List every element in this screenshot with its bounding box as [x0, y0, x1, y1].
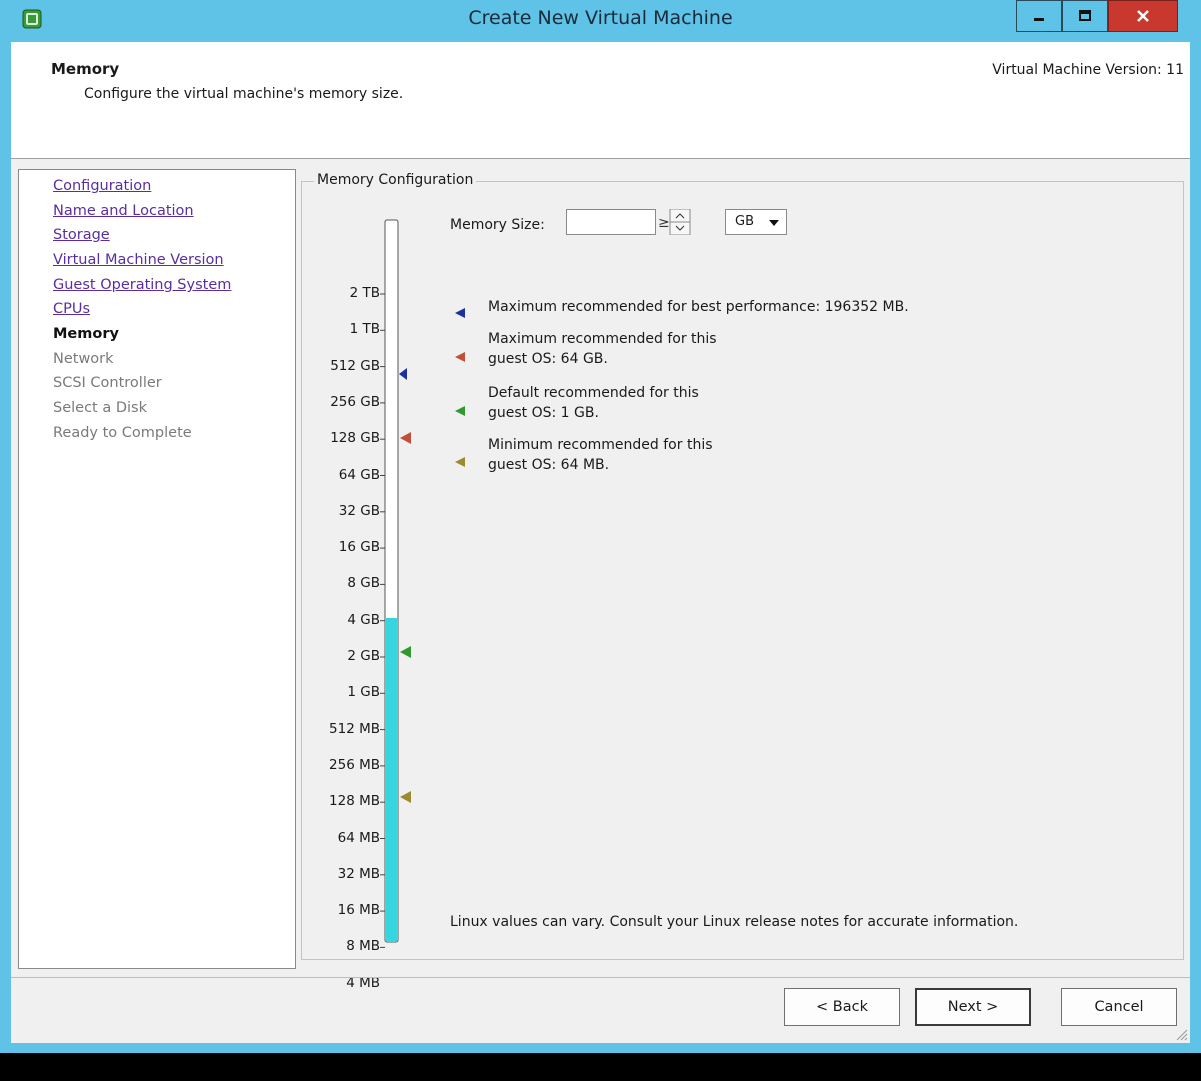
linux-note: Linux values can vary. Consult your Linu… — [450, 914, 1019, 930]
max-guest-marker-icon — [455, 352, 465, 362]
memory-config-panel: Memory Configuration 2 TB 1 TB 512 GB 256 G… — [300, 169, 1186, 991]
slider-scale-label: 128 MB — [329, 793, 380, 810]
close-button[interactable] — [1108, 0, 1178, 32]
slider-scale-label: 8 GB — [347, 575, 380, 592]
slider-scale-label: 16 MB — [337, 902, 380, 919]
wizard-header: Memory Configure the virtual machine's m… — [11, 42, 1190, 158]
slider-scale-label: 256 MB — [329, 756, 380, 773]
slider-scale-label: 512 GB — [330, 357, 380, 374]
slider-fill — [386, 618, 397, 941]
memory-size-input[interactable] — [566, 209, 656, 235]
slider-scale-label: 32 GB — [338, 502, 380, 519]
legend-min-guest-line1: Minimum recommended for this — [488, 437, 713, 453]
legend-default-guest-line1: Default recommended for this — [488, 385, 699, 401]
max-guest-slider-marker — [400, 432, 411, 444]
slider-scale-label: 16 GB — [338, 539, 380, 556]
legend-default-guest-line2: guest OS: 1 GB. — [488, 405, 599, 421]
slider-scale-label: 64 GB — [338, 466, 380, 483]
memory-unit-select[interactable]: GB — [725, 209, 787, 235]
resize-grip-icon[interactable] — [1174, 1027, 1188, 1041]
min-guest-marker-icon — [455, 457, 465, 467]
memory-size-label: Memory Size: — [450, 217, 545, 233]
slider-scale-label: 1 GB — [347, 684, 380, 701]
header-divider — [11, 158, 1190, 159]
step-configuration[interactable]: Configuration — [53, 178, 151, 194]
maximize-button[interactable] — [1062, 0, 1108, 32]
slider-scale-label: 128 GB — [330, 430, 380, 447]
slider-scale-label: 32 MB — [337, 865, 380, 882]
title-bar[interactable]: Create New Virtual Machine — [0, 0, 1201, 40]
legend-max-performance-text: Maximum recommended for best performance… — [488, 299, 909, 315]
legend-max-guest-line1: Maximum recommended for this — [488, 331, 717, 347]
step-cpus[interactable]: CPUs — [53, 301, 90, 317]
default-guest-marker-icon — [455, 406, 465, 416]
close-icon — [1137, 10, 1149, 22]
default-guest-slider-marker — [400, 646, 411, 658]
step-storage[interactable]: Storage — [53, 227, 110, 243]
page-title: Memory — [51, 60, 120, 78]
slider-scale-label: 64 MB — [337, 829, 380, 846]
page-subtitle: Configure the virtual machine's memory s… — [84, 86, 404, 102]
maximize-icon — [1079, 10, 1091, 21]
slider-scale-label: 256 GB — [330, 393, 380, 410]
legend-max-performance: Maximum recommended for best performance… — [488, 297, 909, 317]
slider-scale-label: 512 MB — [329, 720, 380, 737]
cancel-button[interactable]: Cancel — [1061, 988, 1177, 1026]
step-vm-version[interactable]: Virtual Machine Version — [53, 252, 224, 268]
step-ready-to-complete: Ready to Complete — [53, 425, 192, 441]
legend-min-guest-line2: guest OS: 64 MB. — [488, 457, 610, 473]
slider-scale-label: 1 TB — [349, 321, 380, 338]
legend-max-guest-line2: guest OS: 64 GB. — [488, 351, 608, 367]
step-name-and-location[interactable]: Name and Location — [53, 203, 194, 219]
back-button[interactable]: < Back — [784, 988, 900, 1026]
dialog-window: Create New Virtual Machine Memory Config… — [0, 0, 1201, 1053]
next-button[interactable]: Next > — [915, 988, 1031, 1026]
legend-default-guest: Default recommended for this guest OS: 1… — [488, 383, 699, 423]
max-performance-marker-icon — [455, 308, 465, 318]
dialog-client-area: Memory Configure the virtual machine's m… — [11, 42, 1190, 1043]
legend-max-guest: Maximum recommended for this guest OS: 6… — [488, 329, 717, 369]
step-memory: Memory — [53, 326, 119, 342]
vm-version-label: Virtual Machine Version: 11 — [992, 62, 1184, 78]
wizard-steps-panel: Configuration Name and Location Storage … — [18, 169, 296, 969]
chevron-down-icon — [769, 220, 779, 226]
min-guest-slider-marker — [400, 791, 411, 803]
footer-divider — [11, 977, 1190, 978]
step-network: Network — [53, 351, 114, 367]
minimize-button[interactable] — [1016, 0, 1062, 32]
screen-bottom-bar — [0, 1053, 1201, 1081]
slider-ticks — [380, 293, 385, 948]
memory-unit-value: GB — [735, 214, 754, 229]
max-performance-slider-marker — [399, 368, 407, 380]
minimize-icon — [1034, 18, 1044, 21]
step-guest-os[interactable]: Guest Operating System — [53, 277, 231, 293]
slider-scale-label: 2 TB — [349, 285, 380, 301]
step-select-disk: Select a Disk — [53, 400, 147, 416]
memory-size-spinner[interactable]: ≥ — [656, 209, 708, 235]
legend-min-guest: Minimum recommended for this guest OS: 6… — [488, 435, 713, 475]
slider-scale-label: 8 MB — [346, 938, 380, 955]
step-scsi-controller: SCSI Controller — [53, 375, 162, 391]
slider-scale-label: 2 GB — [347, 648, 380, 664]
svg-text:≥: ≥ — [658, 215, 670, 231]
slider-scale-label: 4 GB — [347, 611, 380, 628]
